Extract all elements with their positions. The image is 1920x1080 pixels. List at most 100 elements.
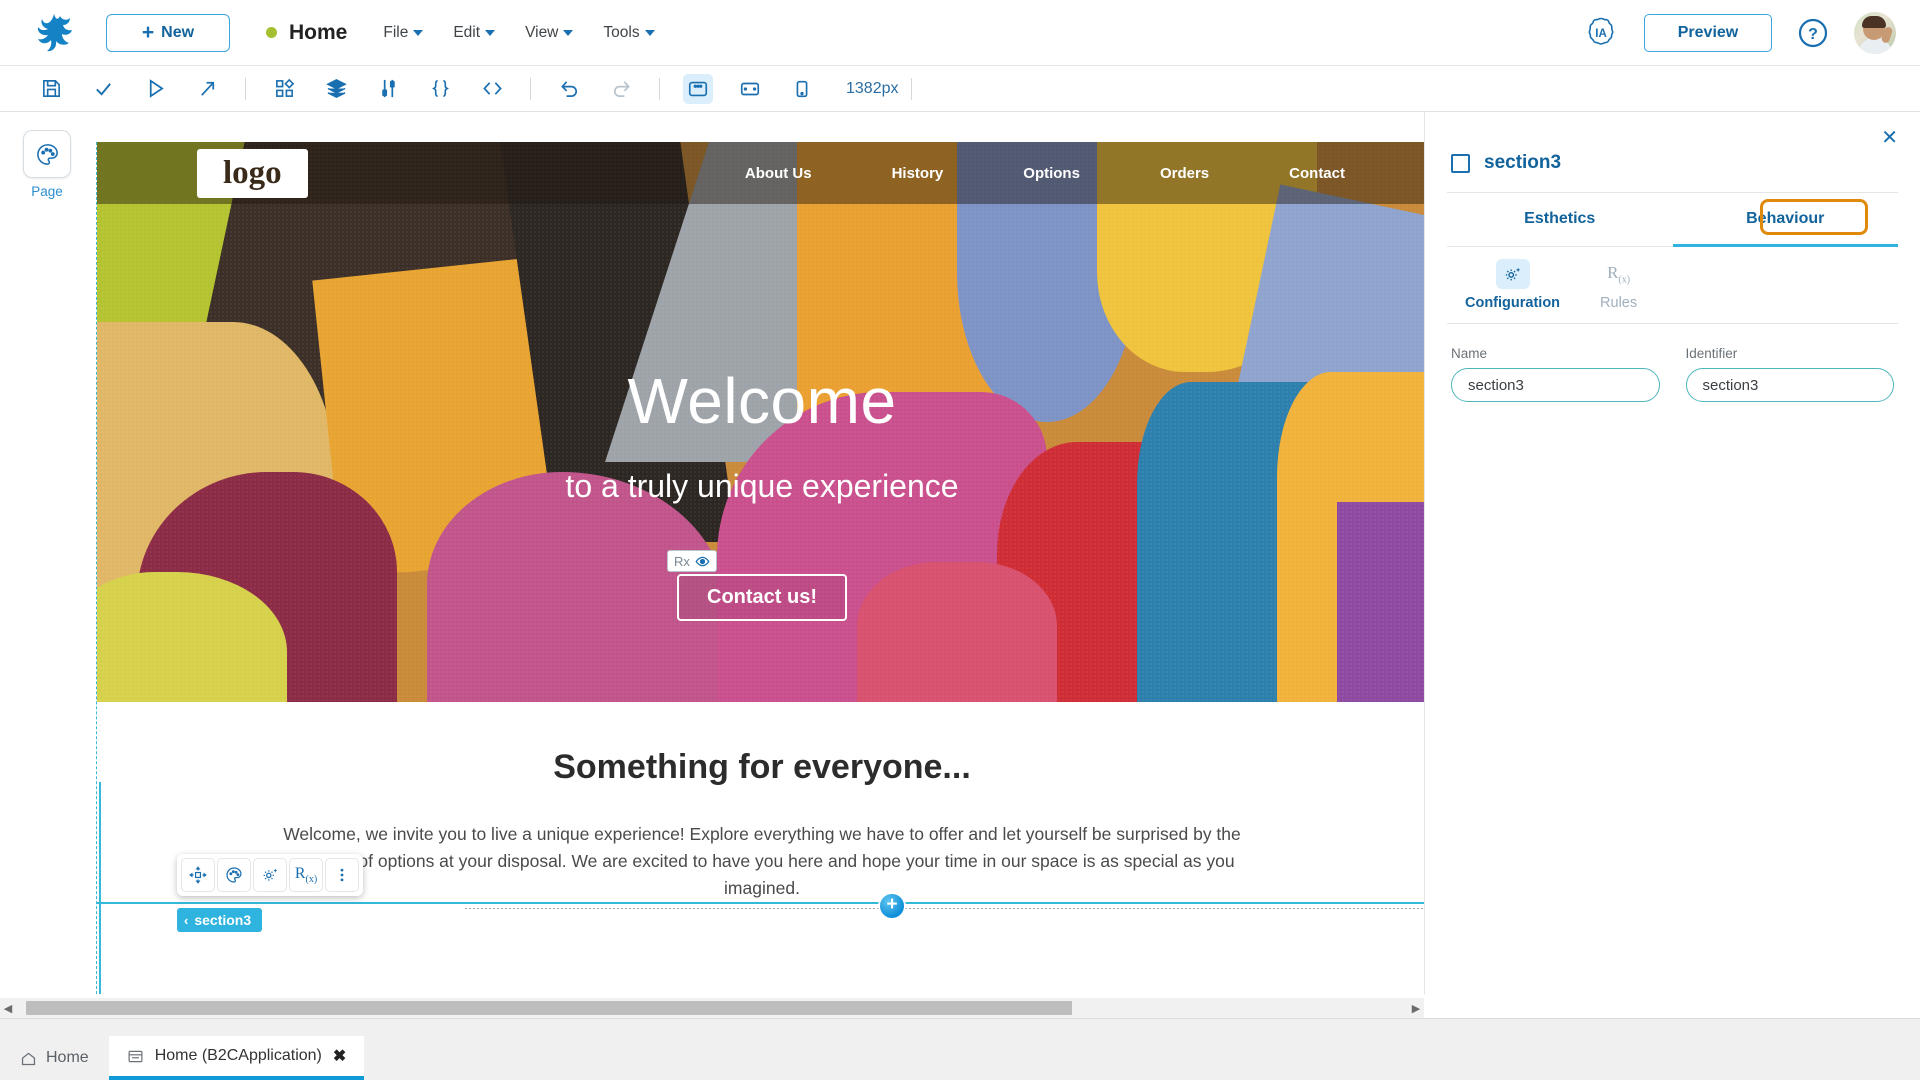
left-rail: Page	[0, 112, 94, 994]
subtab-configuration[interactable]: Configuration	[1465, 259, 1560, 311]
properties-panel: ✕ section3 Esthetics Behaviour Configura…	[1424, 112, 1920, 994]
selection-outline-top	[97, 902, 1424, 904]
chevron-down-icon	[563, 29, 574, 36]
hero-cta-button[interactable]: Contact us!	[677, 574, 847, 621]
rail-item-page-label: Page	[31, 184, 63, 199]
preview-button[interactable]: Preview	[1644, 13, 1772, 52]
viewport-width-value[interactable]: 1382px	[846, 80, 899, 98]
svg-text:IA: IA	[1595, 28, 1607, 40]
scroll-right-arrow[interactable]: ▶	[1408, 1002, 1424, 1015]
close-icon[interactable]: ✕	[1881, 128, 1898, 148]
subtab-configuration-label: Configuration	[1465, 295, 1561, 311]
scroll-left-arrow[interactable]: ◀	[0, 1002, 16, 1015]
tablet-view-icon[interactable]	[735, 74, 765, 104]
bottom-tab-home[interactable]: Home	[0, 1036, 109, 1080]
redo-icon[interactable]	[606, 74, 636, 104]
field-identifier-label: Identifier	[1685, 346, 1738, 361]
menu-view-label: View	[525, 23, 559, 41]
nav-link-about-us[interactable]: About Us	[745, 165, 812, 182]
menu-edit[interactable]: Edit	[453, 24, 496, 42]
undo-icon[interactable]	[554, 74, 584, 104]
settings-sparkle-icon[interactable]	[253, 858, 287, 892]
page-title: Home	[289, 20, 348, 44]
rail-item-page[interactable]	[23, 130, 71, 178]
components-icon[interactable]	[269, 74, 299, 104]
field-identifier: Identifier	[1685, 346, 1894, 402]
chevron-down-icon	[413, 29, 424, 36]
layers-icon[interactable]	[321, 74, 351, 104]
canvas-viewport[interactable]: logo About Us History Options Orders Con…	[94, 112, 1424, 994]
panel-select-checkbox[interactable]	[1451, 153, 1470, 173]
braces-icon[interactable]	[425, 74, 455, 104]
site-nav-links: About Us History Options Orders Contact	[745, 165, 1345, 182]
panel-title-row: section3	[1425, 112, 1920, 192]
hero-title[interactable]: Welcome	[97, 364, 1424, 438]
close-icon[interactable]: ✖	[333, 1046, 346, 1066]
top-bar: + New Home File Edit View Tools IA Previ…	[0, 0, 1920, 66]
selection-outline-dotted	[465, 908, 1424, 909]
scrollbar-thumb[interactable]	[26, 1001, 1072, 1015]
menu-view[interactable]: View	[525, 23, 574, 42]
chevron-down-icon	[644, 29, 655, 36]
palette-icon[interactable]	[217, 858, 251, 892]
nav-link-contact[interactable]: Contact	[1289, 165, 1345, 182]
eye-icon[interactable]	[695, 554, 710, 569]
ia-assistant-icon[interactable]: IA	[1584, 16, 1618, 50]
tab-behaviour[interactable]: Behaviour	[1672, 193, 1898, 247]
selection-floating-toolbar: R(x)	[177, 854, 363, 896]
toolbar-separator	[245, 77, 246, 100]
new-button-label: New	[161, 23, 195, 41]
question-circle-icon[interactable]: ?	[1798, 18, 1828, 48]
toolbar-separator	[659, 77, 660, 100]
page-status-dot	[266, 27, 277, 38]
avatar[interactable]	[1854, 11, 1896, 54]
menu-tools[interactable]: Tools	[603, 23, 655, 42]
panel-title: section3	[1484, 152, 1562, 173]
selection-breadcrumb-tag[interactable]: ‹ section3	[177, 908, 263, 932]
save-icon[interactable]	[36, 74, 66, 104]
selection-outline-left	[99, 782, 101, 994]
rules-badge[interactable]: Rx	[667, 550, 717, 572]
menu-file-label: File	[383, 23, 409, 41]
site-logo[interactable]: logo	[197, 148, 308, 198]
menu-tools-label: Tools	[603, 23, 640, 41]
scrollbar-track[interactable]	[16, 1001, 1408, 1015]
hero-section[interactable]: logo About Us History Options Orders Con…	[97, 142, 1424, 702]
toolbar-separator	[910, 77, 912, 100]
bottom-tab-active[interactable]: Home (B2CApplication) ✖	[108, 1036, 365, 1080]
variables-icon[interactable]	[373, 74, 403, 104]
frog-logo-icon[interactable]	[34, 12, 74, 54]
content-paragraph[interactable]: Welcome, we invite you to live a unique …	[282, 821, 1242, 902]
more-vertical-icon[interactable]	[325, 858, 359, 892]
mobile-view-icon[interactable]	[787, 74, 817, 104]
selection-tag-label: section3	[194, 912, 252, 928]
nav-link-history[interactable]: History	[892, 165, 944, 182]
subtab-rules-label: Rules	[1600, 295, 1638, 311]
tab-esthetics[interactable]: Esthetics	[1447, 193, 1673, 247]
move-icon[interactable]	[181, 858, 215, 892]
nav-link-options[interactable]: Options	[1023, 165, 1080, 182]
chevron-left-icon[interactable]: ‹	[184, 913, 188, 928]
deploy-icon[interactable]	[192, 74, 222, 104]
hero-subtitle[interactable]: to a truly unique experience	[97, 468, 1424, 505]
subtab-rules[interactable]: R(x) Rules	[1600, 259, 1637, 311]
nav-link-orders[interactable]: Orders	[1160, 165, 1209, 182]
code-icon[interactable]	[477, 74, 507, 104]
check-icon[interactable]	[88, 74, 118, 104]
panel-subtabs: Configuration R(x) Rules	[1425, 247, 1920, 311]
new-button[interactable]: + New	[106, 13, 230, 52]
run-icon[interactable]	[140, 74, 170, 104]
menu-file[interactable]: File	[383, 23, 424, 42]
content-heading[interactable]: Something for everyone...	[242, 748, 1282, 787]
identifier-input[interactable]	[1685, 368, 1894, 402]
canvas-horizontal-scrollbar[interactable]: ◀ ▶	[0, 998, 1424, 1018]
avatar-hair	[1862, 15, 1886, 28]
panel-tabs: Esthetics Behaviour	[1447, 193, 1898, 247]
plus-icon: +	[141, 21, 155, 44]
name-input[interactable]	[1451, 368, 1660, 402]
settings-sparkle-icon	[1495, 259, 1530, 289]
add-component-handle[interactable]: +	[880, 894, 904, 918]
desktop-view-icon[interactable]	[683, 73, 713, 104]
rules-rx-icon[interactable]: R(x)	[289, 858, 323, 892]
app-root: + New Home File Edit View Tools IA Previ…	[0, 0, 1920, 1080]
